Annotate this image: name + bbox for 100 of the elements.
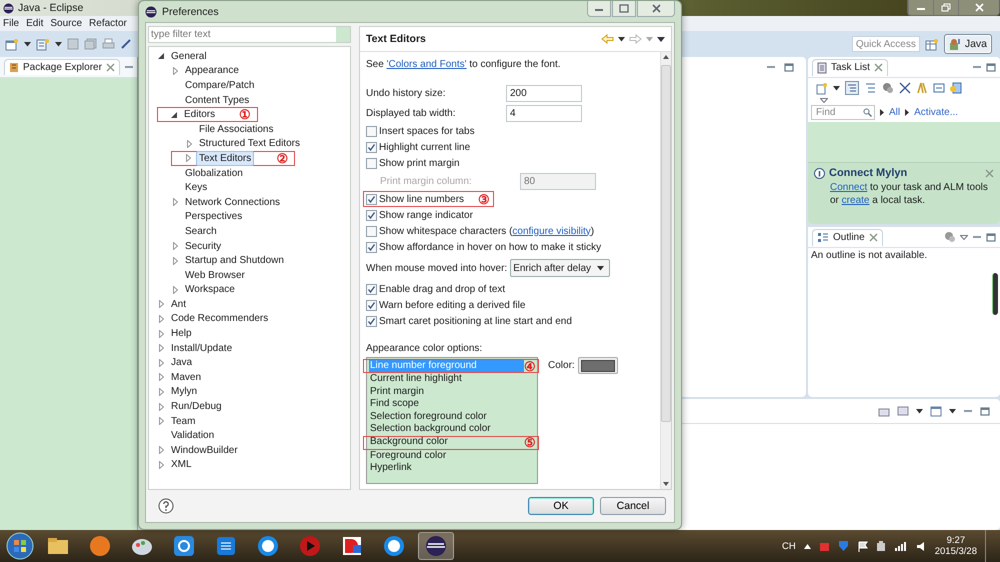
tree-item[interactable]: Network Connections [183, 196, 282, 209]
tree-item[interactable]: Appearance [183, 64, 241, 78]
close-icon[interactable] [652, 4, 660, 13]
list-item[interactable]: Find scope [369, 398, 535, 410]
collapsed-arrow-icon[interactable] [172, 286, 178, 294]
collapsed-arrow-icon[interactable] [186, 154, 190, 162]
folder-icon[interactable] [47, 537, 69, 555]
tree-item[interactable]: Ant [169, 298, 188, 311]
filter-off-icon[interactable] [899, 82, 911, 94]
checkbox[interactable] [366, 194, 377, 204]
app-icon[interactable] [341, 535, 363, 557]
save-icon[interactable] [67, 38, 79, 50]
collapse-all-icon[interactable] [933, 82, 945, 94]
maximize-icon[interactable] [784, 63, 794, 72]
tree-item[interactable]: WindowBuilder [169, 444, 240, 457]
text-field[interactable]: 4 [506, 104, 582, 122]
maximize-icon[interactable] [986, 62, 996, 72]
color-button[interactable] [578, 357, 618, 374]
tree-item[interactable]: Structured Text Editors [197, 137, 302, 150]
display-icon[interactable] [897, 406, 909, 416]
checkbox[interactable] [366, 284, 377, 294]
maximize-icon[interactable] [619, 4, 629, 13]
caret-icon[interactable] [55, 42, 62, 46]
eclipse-logo-icon[interactable] [425, 535, 447, 557]
list-item[interactable]: Current line highlight [369, 373, 535, 386]
tray-arrow-icon[interactable] [804, 544, 811, 548]
app-icon[interactable] [215, 535, 237, 557]
tree-item[interactable]: Web Browser [183, 268, 247, 282]
tree-item[interactable]: Editors [182, 108, 218, 122]
new-project-icon[interactable] [36, 38, 50, 50]
dialog-button[interactable]: OK [528, 497, 594, 515]
tree-item[interactable]: Java [169, 356, 194, 370]
new-file-icon[interactable] [5, 38, 19, 50]
checkbox[interactable] [366, 158, 377, 168]
scroll-up-icon[interactable] [663, 55, 669, 59]
tree-item[interactable]: Compare/Patch [183, 78, 256, 92]
collapsed-arrow-icon[interactable] [186, 140, 192, 148]
open-console-icon[interactable] [878, 406, 890, 416]
collapsed-arrow-icon[interactable] [158, 314, 164, 323]
close-icon[interactable] [874, 63, 883, 72]
close-icon[interactable] [868, 233, 878, 242]
repository-icon[interactable] [882, 82, 894, 94]
perspective-button[interactable]: Java [944, 34, 992, 54]
checkbox[interactable] [366, 210, 377, 220]
caret-icon[interactable] [916, 408, 923, 414]
scroll-down-icon[interactable] [663, 482, 669, 486]
colors-and-fonts-link[interactable]: 'Colors and Fonts' [386, 59, 467, 70]
tree-item[interactable]: Team [169, 414, 198, 428]
start-orb-icon[interactable] [6, 532, 34, 560]
play-icon[interactable] [299, 535, 321, 557]
find-field[interactable]: Find [811, 105, 875, 120]
tree-item[interactable]: Keys [183, 181, 210, 194]
close-icon[interactable] [106, 63, 115, 72]
notice-link[interactable]: create [842, 195, 870, 206]
expanded-arrow-icon[interactable] [158, 53, 164, 60]
tree-item[interactable]: Validation [169, 429, 216, 442]
list-item[interactable]: Selection foreground color [369, 410, 535, 423]
close-icon[interactable] [985, 168, 994, 178]
caret-icon[interactable] [24, 42, 31, 46]
menu-item[interactable]: File [3, 18, 20, 29]
collapsed-arrow-icon[interactable] [158, 446, 164, 454]
minimize-icon[interactable] [972, 233, 982, 241]
tray-app-icon[interactable] [818, 540, 830, 552]
caret-icon[interactable] [618, 36, 625, 42]
scrollbar[interactable] [660, 52, 671, 489]
tree-item[interactable]: XML [169, 458, 194, 472]
menu-item[interactable]: Refactor [89, 18, 127, 29]
checkbox[interactable] [366, 300, 377, 310]
shield-icon[interactable] [838, 540, 849, 552]
menu-item[interactable]: Source [50, 18, 82, 29]
collapsed-arrow-icon[interactable] [158, 373, 164, 382]
collapsed-arrow-icon[interactable] [172, 242, 178, 250]
collapsed-arrow-icon[interactable] [158, 388, 164, 396]
checkbox[interactable] [366, 126, 377, 136]
forward-arrow-icon[interactable] [629, 34, 642, 44]
new-task-icon[interactable] [816, 82, 828, 94]
flag-icon[interactable] [856, 540, 868, 552]
tree-item[interactable]: File Associations [197, 122, 276, 136]
collapsed-arrow-icon[interactable] [158, 344, 164, 352]
app-icon[interactable] [257, 535, 279, 557]
categorized-view-icon[interactable] [845, 81, 859, 95]
signal-icon[interactable] [894, 541, 908, 551]
repository-icon[interactable] [944, 231, 956, 243]
sync-icon[interactable] [950, 82, 962, 94]
filter-link[interactable]: All [889, 107, 900, 118]
tree-item[interactable]: Security [183, 240, 224, 253]
collapsed-arrow-icon[interactable] [172, 66, 178, 75]
minimize-icon[interactable] [766, 63, 776, 71]
collapsed-arrow-icon[interactable] [158, 300, 164, 308]
back-arrow-icon[interactable] [601, 34, 614, 44]
app-icon[interactable] [383, 535, 405, 557]
tree-item[interactable]: Startup and Shutdown [183, 254, 286, 268]
menu-item[interactable]: Edit [26, 18, 44, 29]
tree-item[interactable]: Content Types [183, 94, 252, 107]
language-indicator[interactable]: CH [782, 540, 796, 552]
tree-item[interactable]: Perspectives [183, 210, 244, 224]
caret-icon[interactable] [833, 86, 840, 90]
list-item[interactable]: Background color [369, 436, 524, 449]
collapsed-arrow-icon[interactable] [158, 330, 164, 338]
list-item[interactable]: Print margin [369, 386, 535, 398]
